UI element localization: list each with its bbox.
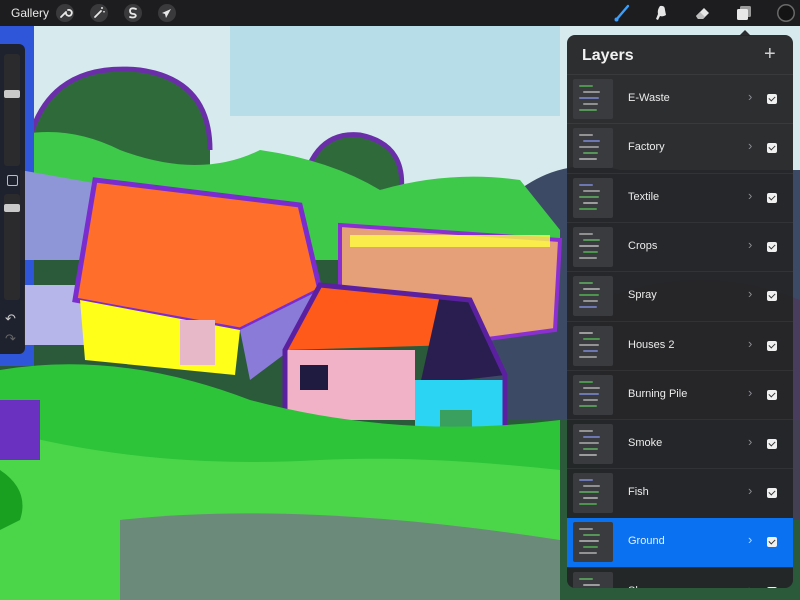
- chevron-right-icon[interactable]: ›: [748, 286, 752, 301]
- layer-name: Crops: [628, 239, 658, 252]
- chevron-right-icon[interactable]: ›: [748, 237, 752, 252]
- layer-name: Spray: [628, 289, 657, 302]
- layer-thumbnail: [573, 325, 613, 366]
- brush-size-thumb[interactable]: [4, 90, 20, 98]
- transform-icon[interactable]: [157, 3, 177, 23]
- layer-name: Factory: [628, 141, 665, 154]
- gallery-button[interactable]: Gallery: [11, 6, 49, 20]
- layer-thumbnail: [573, 276, 613, 317]
- layer-thumbnail: [573, 374, 613, 415]
- chevron-right-icon[interactable]: ›: [748, 138, 752, 153]
- layer-row[interactable]: Burning Pile ›: [567, 369, 793, 420]
- layer-thumbnail: [573, 226, 613, 267]
- color-picker-swatch[interactable]: [777, 4, 795, 22]
- layer-thumbnail: [573, 79, 613, 119]
- layer-thumbnail: [573, 424, 613, 465]
- layer-thumbnail: [573, 572, 613, 588]
- layer-visibility-checkbox[interactable]: [767, 488, 777, 499]
- layer-row[interactable]: Crops ›: [567, 221, 793, 272]
- layer-name: Smoke: [628, 437, 663, 450]
- layer-visibility-checkbox[interactable]: [767, 536, 777, 547]
- opacity-thumb[interactable]: [4, 204, 20, 212]
- layer-thumbnail: [573, 128, 613, 169]
- layer-row[interactable]: Sky ›: [567, 567, 793, 588]
- layer-visibility-checkbox[interactable]: [767, 587, 777, 588]
- undo-icon[interactable]: ↶: [5, 311, 16, 327]
- chevron-right-icon[interactable]: ›: [748, 434, 752, 449]
- top-toolbar: Gallery: [0, 0, 800, 26]
- layer-list: E-Waste › Factory › Textile › Crops › Spray › Hous…: [567, 74, 793, 588]
- layer-name: Ground: [628, 534, 665, 547]
- layer-thumbnail: [573, 473, 613, 514]
- layer-visibility-checkbox[interactable]: [767, 143, 777, 154]
- chevron-right-icon[interactable]: ›: [748, 582, 752, 588]
- selection-icon[interactable]: [123, 3, 143, 23]
- smudge-icon[interactable]: [652, 3, 672, 23]
- modify-button[interactable]: [7, 175, 18, 186]
- chevron-right-icon[interactable]: ›: [748, 336, 752, 351]
- layers-icon[interactable]: [734, 3, 754, 23]
- redo-icon[interactable]: ↷: [5, 331, 16, 347]
- magic-wand-icon[interactable]: [89, 3, 109, 23]
- layer-name: Textile: [628, 190, 660, 203]
- layer-row[interactable]: Smoke ›: [567, 419, 793, 469]
- chevron-right-icon[interactable]: ›: [748, 385, 752, 400]
- layer-visibility-checkbox[interactable]: [767, 439, 777, 450]
- opacity-slider[interactable]: [4, 194, 20, 300]
- layer-row[interactable]: Houses 2 ›: [567, 320, 793, 371]
- brush-icon[interactable]: [612, 3, 632, 23]
- layer-name: Sky: [628, 585, 646, 588]
- layer-visibility-checkbox[interactable]: [767, 241, 777, 252]
- layer-name: Houses 2: [628, 338, 675, 351]
- chevron-right-icon[interactable]: ›: [748, 89, 752, 104]
- layer-visibility-checkbox[interactable]: [767, 291, 777, 302]
- layer-name: Fish: [628, 486, 649, 499]
- layer-thumbnail: [573, 177, 613, 218]
- layer-row[interactable]: Ground ›: [567, 517, 793, 567]
- eraser-icon[interactable]: [693, 3, 713, 23]
- layer-visibility-checkbox[interactable]: [767, 192, 777, 203]
- layers-panel: Layers + E-Waste › Factory › Textile › Crops › S…: [567, 35, 793, 588]
- chevron-right-icon[interactable]: ›: [748, 188, 752, 203]
- chevron-right-icon[interactable]: ›: [748, 483, 752, 498]
- add-layer-button[interactable]: +: [764, 43, 776, 66]
- layer-row[interactable]: Factory ›: [567, 123, 793, 173]
- wrench-icon[interactable]: [55, 3, 75, 23]
- chevron-right-icon[interactable]: ›: [748, 532, 752, 547]
- layer-name: E-Waste: [628, 92, 670, 104]
- layer-row[interactable]: Textile ›: [567, 172, 793, 223]
- layer-name: Burning Pile: [628, 387, 688, 400]
- panel-title: Layers: [582, 47, 634, 64]
- layer-row[interactable]: Spray ›: [567, 271, 793, 321]
- layer-visibility-checkbox[interactable]: [767, 94, 777, 104]
- left-sidebar: ↶ ↷: [0, 44, 25, 354]
- layer-thumbnail: [573, 521, 613, 562]
- brush-size-slider[interactable]: [4, 54, 20, 166]
- layer-row[interactable]: E-Waste ›: [567, 74, 793, 124]
- layer-visibility-checkbox[interactable]: [767, 340, 777, 351]
- layer-row[interactable]: Fish ›: [567, 468, 793, 518]
- layer-visibility-checkbox[interactable]: [767, 389, 777, 400]
